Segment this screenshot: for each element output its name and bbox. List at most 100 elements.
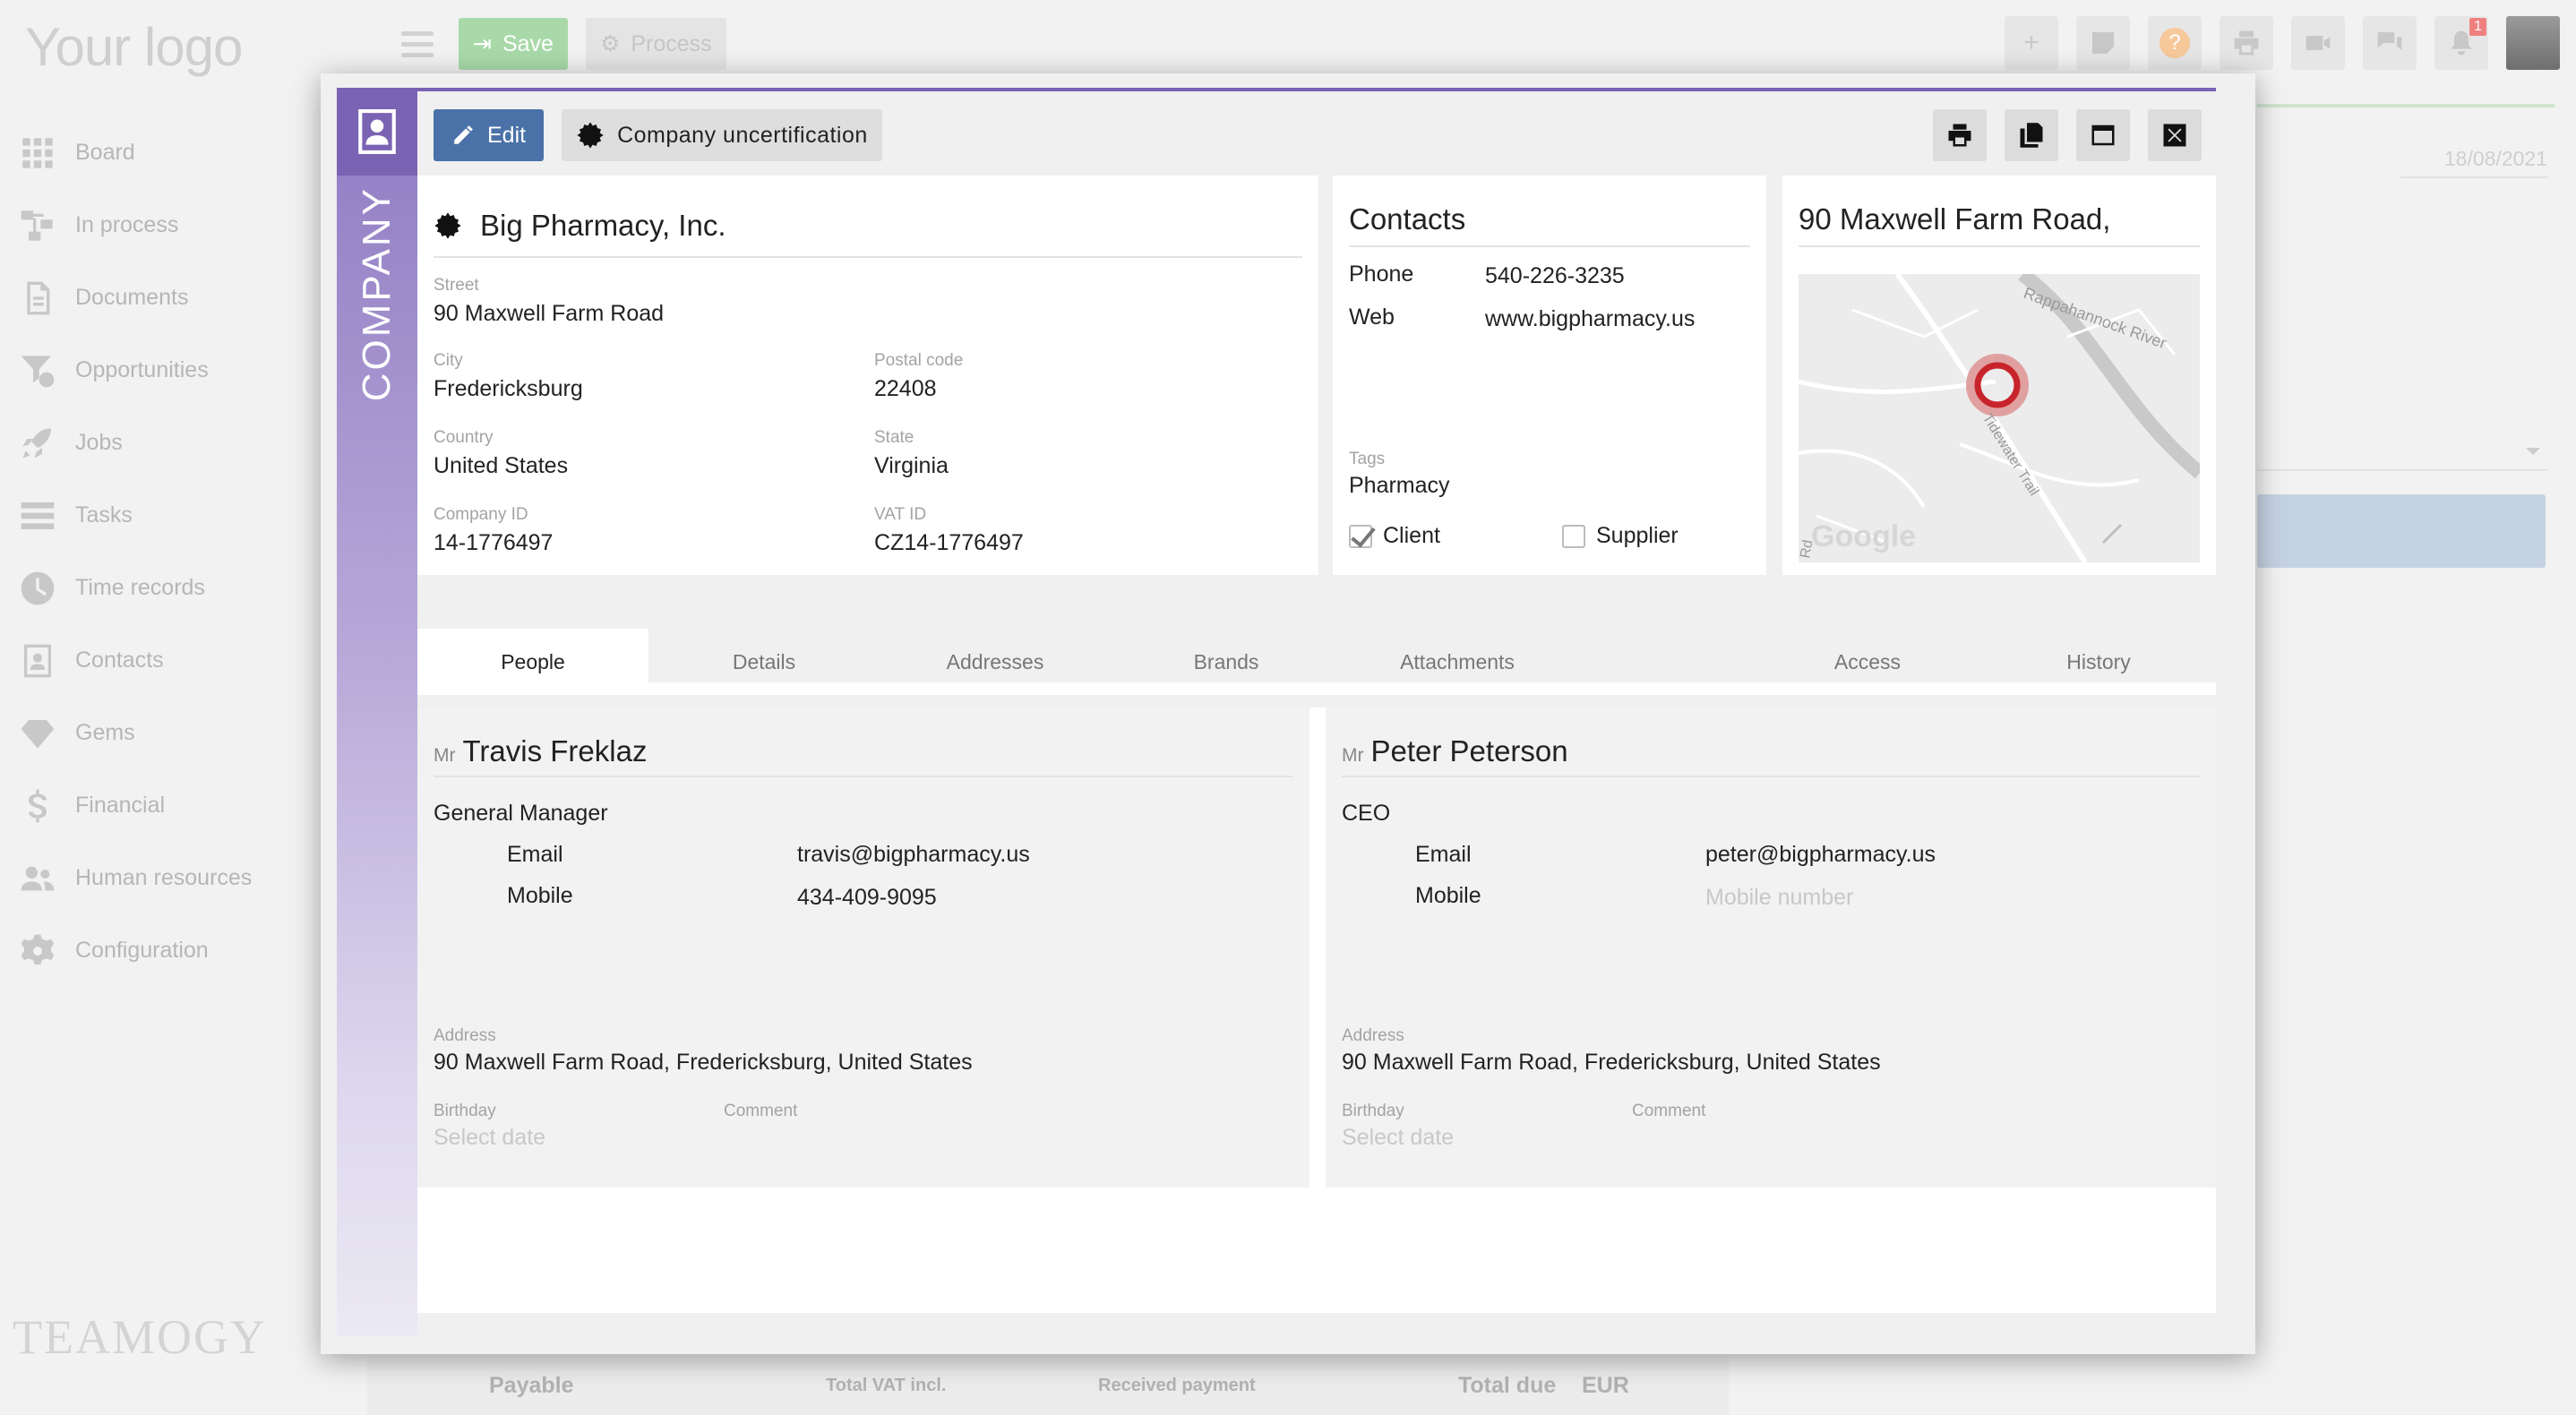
company-id-value: 14-1776497 [434,530,554,555]
person-card[interactable]: Mr Travis Freklaz General Manager Email … [417,708,1309,1188]
gem-icon [18,714,57,753]
vat-id-label: VAT ID [874,505,927,524]
contacts-title: Contacts [1349,202,1750,247]
sidebar-item-contacts[interactable]: Contacts [0,624,322,697]
sidebar-item-gems[interactable]: Gems [0,697,322,769]
client-checkbox[interactable]: Client [1349,523,1440,549]
window-icon [2091,124,2115,146]
close-icon [2163,124,2186,147]
mobile-input[interactable]: Mobile number [1705,885,1853,911]
background-date-field[interactable]: 18/08/2021 [2400,147,2547,178]
video-button[interactable] [2291,16,2345,70]
city-value: Fredericksburg [434,376,583,401]
sidebar-item-label: Jobs [75,430,123,455]
window-tools [1933,109,2202,161]
email-value[interactable]: travis@bigpharmacy.us [797,842,1030,868]
notes-button[interactable] [2076,16,2130,70]
state-value: Virginia [874,453,949,478]
clock-icon [18,569,57,608]
company-id-field: Company ID 14-1776497 [434,505,553,556]
birthday-label: Birthday [1342,1102,1404,1120]
background-select[interactable] [2257,439,2547,471]
client-label: Client [1383,523,1440,548]
help-icon: ? [2160,28,2190,58]
sidebar-item-documents[interactable]: Documents [0,262,322,334]
address-value: 90 Maxwell Farm Road, Fredericksburg, Un… [434,1050,973,1075]
tab-people[interactable]: People [417,629,648,695]
sidebar-item-opportunities[interactable]: Opportunities [0,334,322,407]
mobile-label: Mobile [507,883,573,908]
sidebar-item-human-resources[interactable]: Human resources [0,842,322,914]
tab-brands[interactable]: Brands [1111,629,1342,695]
notifications-button[interactable]: 1 [2434,16,2488,70]
add-button[interactable]: + [2005,16,2058,70]
avatar[interactable] [2506,16,2560,70]
tab-addresses[interactable]: Addresses [880,629,1111,695]
city-label: City [434,351,463,370]
address-label: Address [1342,1026,1404,1045]
tab-details[interactable]: Details [648,629,880,695]
print-button[interactable] [1933,109,1987,161]
sidebar-item-jobs[interactable]: Jobs [0,407,322,479]
save-button[interactable]: ⇥ Save [459,18,568,70]
menu-icon[interactable] [394,21,441,67]
sidebar-item-board[interactable]: Board [0,116,322,189]
company-id-label: Company ID [434,505,528,524]
sidebar-item-label: Opportunities [75,357,209,382]
vat-id-value: CZ14-1776497 [874,530,1024,555]
background-accent-line [2257,104,2555,107]
tab-attachments[interactable]: Attachments [1342,629,1573,695]
email-label: Email [1415,842,1472,867]
payable-label: Payable [489,1372,574,1398]
maximize-button[interactable] [2076,109,2130,161]
tab-history[interactable]: History [1983,629,2214,695]
address-value: 90 Maxwell Farm Road, Fredericksburg, Un… [1342,1050,1881,1075]
phone-value[interactable]: 540-226-3235 [1485,263,1625,289]
certificate-badge-icon [577,122,604,149]
top-right-toolbar: + ? 1 [2005,16,2560,70]
company-uncertification-button[interactable]: Company uncertification [562,109,882,161]
postal-code-field: Postal code 22408 [874,351,963,402]
edit-button[interactable]: Edit [434,109,545,161]
top-toolbar: ⇥ Save ⚙ Process [394,16,726,72]
close-button[interactable] [2148,109,2202,161]
country-field: Country United States [434,428,568,479]
email-label: Email [507,842,563,867]
process-button[interactable]: ⚙ Process [585,18,726,70]
person-card[interactable]: Mr Peter Peterson CEO Email peter@bigpha… [1326,708,2216,1188]
tab-spacer [1573,629,1752,695]
sidebar-item-in-process[interactable]: In process [0,189,322,262]
supplier-checkbox[interactable]: Supplier [1562,523,1679,549]
plus-icon: + [2023,28,2039,57]
tag-value: Pharmacy [1349,473,1450,498]
tab-access[interactable]: Access [1752,629,1983,695]
sidebar-item-financial[interactable]: Financial [0,769,322,842]
checkbox-empty-icon [1562,524,1585,548]
map-view[interactable]: Rappahannock River Tidewater Trail Rd Go… [1799,274,2200,562]
chat-button[interactable] [2363,16,2417,70]
email-value[interactable]: peter@bigpharmacy.us [1705,842,1936,868]
comment-label: Comment [724,1102,798,1120]
postal-code-value: 22408 [874,376,937,401]
process-icon: ⚙ [599,31,621,56]
edit-label: Edit [487,122,527,148]
checkbox-checked-icon [1349,524,1372,548]
print-button[interactable] [2220,16,2273,70]
sidebar-item-time-records[interactable]: Time records [0,552,322,624]
app-logo[interactable]: Your logo [25,16,243,78]
background-block [2257,494,2546,568]
received-payment-label: Received payment [1098,1375,1256,1395]
supplier-label: Supplier [1596,523,1679,548]
sidebar-item-tasks[interactable]: Tasks [0,479,322,552]
map-card: 90 Maxwell Farm Road, Rappahannock River… [1782,176,2216,575]
sidebar-item-configuration[interactable]: Configuration [0,914,322,987]
birthday-input[interactable]: Select date [434,1125,545,1151]
person-role: General Manager [434,801,608,826]
sidebar-item-label: Board [75,140,135,165]
help-button[interactable]: ? [2148,16,2202,70]
birthday-input[interactable]: Select date [1342,1125,1454,1151]
web-link[interactable]: www.bigpharmacy.us [1485,306,1695,332]
phone-label: Phone [1349,262,1414,287]
copy-button[interactable] [2005,109,2058,161]
mobile-value[interactable]: 434-409-9095 [797,885,937,911]
